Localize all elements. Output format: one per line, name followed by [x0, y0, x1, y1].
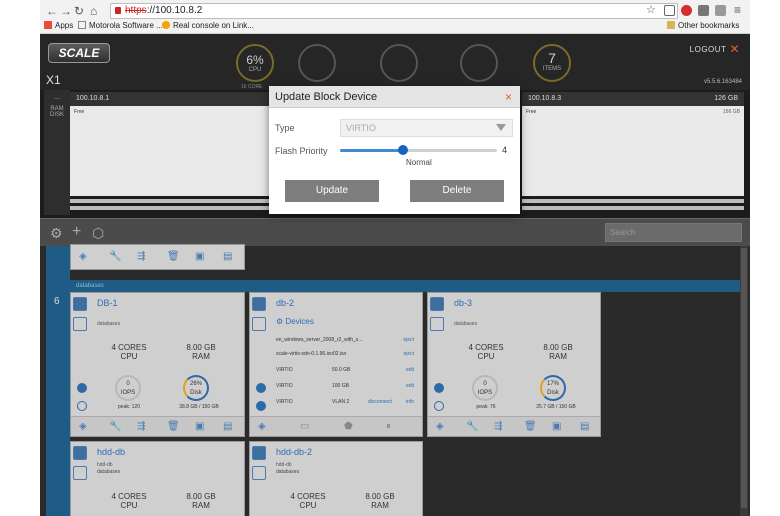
address-bar[interactable]: https://100.10.8.2	[110, 3, 678, 19]
bookmark-real-console[interactable]: Real console on Link...	[162, 21, 254, 30]
slider-handle[interactable]	[397, 145, 408, 155]
back-icon[interactable]: ←	[46, 4, 58, 18]
adblock-icon[interactable]	[681, 5, 692, 16]
apps-icon	[44, 21, 52, 29]
star-icon[interactable]: ☆	[646, 3, 656, 16]
update-button[interactable]: Update	[285, 180, 379, 202]
app-frame: ← → ↻ ⌂ https://100.10.8.2 ☆ ≡ Apps Moto…	[40, 0, 750, 516]
reload-icon[interactable]: ↻	[74, 4, 84, 18]
delete-button[interactable]: Delete	[410, 180, 504, 202]
globe-icon	[162, 21, 170, 29]
close-icon[interactable]: ×	[505, 90, 512, 104]
chevron-down-icon	[496, 124, 506, 131]
bookmark-motorola[interactable]: Motorola Software ...	[78, 21, 163, 30]
flash-priority-value: 4	[502, 145, 508, 155]
extension-icon[interactable]	[698, 5, 709, 16]
extension-icon[interactable]	[715, 5, 726, 16]
dialog-header: Update Block Device ×	[269, 86, 520, 108]
insecure-lock-icon	[115, 7, 121, 14]
modal-overlay: Update Block Device × Type VIRTIO Flash …	[40, 34, 750, 516]
dialog-title: Update Block Device	[275, 91, 378, 103]
flash-priority-caption: Normal	[406, 158, 432, 167]
update-block-device-dialog: Update Block Device × Type VIRTIO Flash …	[269, 86, 520, 214]
type-select[interactable]: VIRTIO	[340, 119, 513, 137]
type-label: Type	[275, 123, 295, 133]
page-icon	[78, 21, 86, 29]
cast-icon[interactable]	[664, 5, 675, 16]
other-bookmarks[interactable]: Other bookmarks	[667, 21, 739, 30]
folder-icon	[667, 21, 675, 29]
type-value: VIRTIO	[346, 123, 376, 133]
flash-priority-label: Flash Priority	[275, 146, 328, 156]
menu-icon[interactable]: ≡	[734, 3, 741, 17]
flash-priority-slider[interactable]	[340, 145, 497, 155]
browser-chrome: ← → ↻ ⌂ https://100.10.8.2 ☆ ≡ Apps Moto…	[40, 0, 750, 34]
home-icon[interactable]: ⌂	[90, 4, 97, 18]
bookmark-apps[interactable]: Apps	[44, 21, 73, 30]
forward-icon[interactable]: →	[60, 4, 72, 18]
slider-fill	[340, 149, 403, 152]
